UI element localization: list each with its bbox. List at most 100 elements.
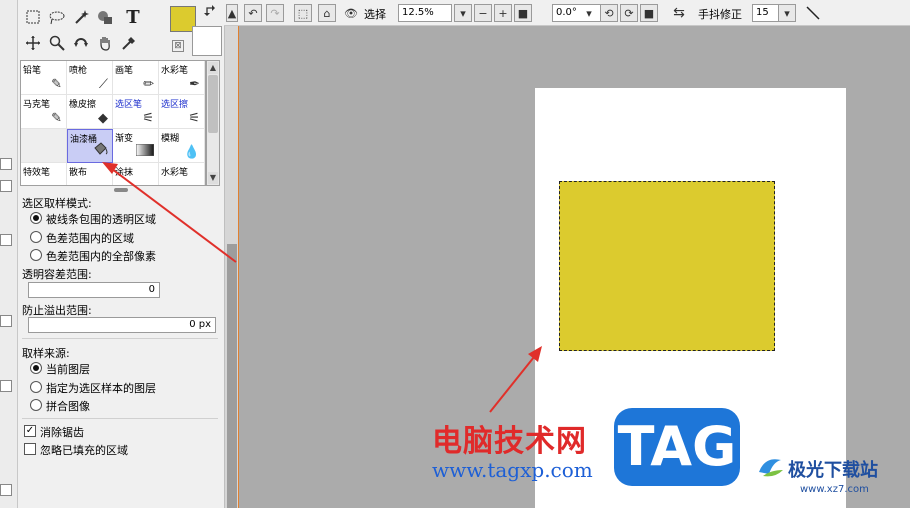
sampling-mode-radio-3[interactable]: [30, 249, 42, 261]
brush-label: 画笔: [115, 66, 134, 76]
watermark-url: www.tagxp.com: [432, 458, 593, 482]
rotate-view-icon[interactable]: [70, 32, 92, 54]
divider: [22, 418, 218, 419]
brush-marker[interactable]: 马克笔 ✎: [21, 95, 67, 129]
brush-fx-pen[interactable]: 特效笔: [21, 163, 67, 185]
dock-button[interactable]: [0, 484, 12, 496]
eye-icon[interactable]: 👁: [342, 4, 360, 22]
dock-button[interactable]: [0, 315, 12, 327]
dock-button[interactable]: [0, 158, 12, 170]
brush-brush[interactable]: 画笔 ✏: [113, 61, 159, 95]
brush-bucket[interactable]: 油漆桶: [67, 129, 113, 163]
panel-scroll-thumb[interactable]: [227, 244, 237, 508]
sampling-mode-radio-1[interactable]: [30, 212, 42, 224]
overflow-prevention-field[interactable]: 0 px: [28, 317, 216, 333]
brush-label: 马克笔: [23, 100, 51, 110]
brush-watercolor-2[interactable]: 水彩笔: [159, 163, 205, 185]
panel-splitter-handle[interactable]: [114, 188, 128, 192]
select-pen-icon: ⚟: [142, 111, 154, 126]
zoom-field[interactable]: 12.5%: [398, 4, 452, 22]
stabilizer-dropdown-icon[interactable]: ▾: [778, 4, 796, 22]
top-toolbar: ▲ ↶ ↷ ⬚ ⌂ 👁 选择 12.5% ▾ − + ■ 0.0° ▾ ⟲ ⟳ …: [224, 0, 910, 26]
antialias-checkbox[interactable]: ✓: [24, 425, 36, 437]
brush-gradient[interactable]: 渐变: [113, 129, 159, 163]
zoom-out-icon[interactable]: −: [474, 4, 492, 22]
sampling-mode-option[interactable]: 被线条包围的透明区域: [46, 211, 156, 227]
brush-empty-slot[interactable]: [21, 129, 67, 163]
brush-label: 散布: [69, 168, 88, 178]
rotate-left-icon[interactable]: ⟲: [600, 4, 618, 22]
panel-scrollbar[interactable]: [224, 0, 238, 508]
brush-label: 涂抹: [115, 168, 134, 178]
rotation-dropdown-icon[interactable]: ▾: [582, 4, 596, 22]
brush-select-pen[interactable]: 选区笔 ⚟: [113, 95, 159, 129]
marker-icon: ✎: [51, 111, 62, 126]
scroll-up-icon[interactable]: ▲: [208, 62, 218, 74]
deselect-icon[interactable]: ⬚: [294, 4, 312, 22]
brush-label: 特效笔: [23, 168, 51, 178]
sample-source-option[interactable]: 当前图层: [46, 361, 90, 377]
rotate-right-icon[interactable]: ⟳: [620, 4, 638, 22]
scroll-down-icon[interactable]: ▼: [208, 172, 218, 184]
transparency-tolerance-field[interactable]: 0: [28, 282, 160, 298]
watermark-title: 电脑技术网: [432, 424, 587, 459]
brush-watercolor[interactable]: 水彩笔 ✒: [159, 61, 205, 95]
rect-select-icon[interactable]: [22, 6, 44, 28]
brush-label: 水彩笔: [161, 168, 189, 178]
shape-select-icon[interactable]: [94, 6, 116, 28]
hand-icon[interactable]: [94, 32, 116, 54]
filled-selection-region[interactable]: [559, 181, 775, 351]
transparent-color-icon[interactable]: ⊠: [172, 40, 184, 52]
brush-scatter[interactable]: 散布: [67, 163, 113, 185]
divider: [22, 338, 218, 339]
brush-select-eraser[interactable]: 选区擦 ⚟: [159, 95, 205, 129]
magic-wand-icon[interactable]: [70, 6, 92, 28]
brush-label: 喷枪: [69, 66, 88, 76]
sampling-mode-option[interactable]: 色差范围内的区域: [46, 230, 134, 246]
move-icon[interactable]: [22, 32, 44, 54]
blur-icon: 💧: [183, 145, 200, 160]
invert-selection-icon[interactable]: ⌂: [318, 4, 336, 22]
zoom-dropdown-icon[interactable]: ▾: [454, 4, 472, 22]
sample-source-option[interactable]: 指定为选区样本的图层: [46, 380, 156, 396]
sampling-mode-radio-2[interactable]: [30, 231, 42, 243]
swap-colors-icon[interactable]: [204, 4, 218, 21]
dock-button[interactable]: [0, 234, 12, 246]
zoom-in-icon[interactable]: +: [494, 4, 512, 22]
flip-horizontal-icon[interactable]: ⇆: [670, 4, 688, 22]
brush-blur[interactable]: 模糊 💧: [159, 129, 205, 163]
collapse-arrow-icon[interactable]: ▲: [226, 4, 238, 22]
brush-airbrush[interactable]: 喷枪 ⟋: [67, 61, 113, 95]
sample-source-radio-1[interactable]: [30, 362, 42, 374]
undo-icon[interactable]: ↶: [244, 4, 262, 22]
airbrush-icon: ⟋: [98, 77, 108, 92]
scroll-thumb[interactable]: [208, 75, 218, 133]
brush-label: 橡皮擦: [69, 100, 97, 110]
dock-button[interactable]: [0, 380, 12, 392]
text-tool-icon[interactable]: T: [122, 6, 144, 28]
brush-scrollbar[interactable]: ▲ ▼: [206, 60, 220, 186]
sample-source-option[interactable]: 拼合图像: [46, 398, 90, 414]
transparency-tolerance-label: 透明容差范围:: [22, 268, 92, 281]
brush-smudge[interactable]: 涂抹: [113, 163, 159, 185]
zoom-reset-icon[interactable]: ■: [514, 4, 532, 22]
sample-source-radio-3[interactable]: [30, 399, 42, 411]
redo-icon[interactable]: ↷: [266, 4, 284, 22]
brush-grid: 铅笔 ✎ 喷枪 ⟋ 画笔 ✏ 水彩笔 ✒ 马克笔 ✎ 橡皮擦 ◆ 选区笔 ⚟ 选…: [20, 60, 206, 186]
brush-label: 模糊: [161, 134, 180, 144]
sampling-mode-option[interactable]: 色差范围内的全部像素: [46, 248, 156, 264]
brush-eraser[interactable]: 橡皮擦 ◆: [67, 95, 113, 129]
sample-source-radio-2[interactable]: [30, 381, 42, 393]
select-eraser-icon: ⚟: [188, 111, 200, 126]
site-url: www.xz7.com: [800, 484, 869, 495]
dock-button[interactable]: [0, 180, 12, 192]
zoom-icon[interactable]: [46, 32, 68, 54]
brush-pencil[interactable]: 铅笔 ✎: [21, 61, 67, 95]
rotation-reset-icon[interactable]: ■: [640, 4, 658, 22]
line-tool-icon[interactable]: [804, 4, 822, 22]
antialias-label: 消除锯齿: [40, 426, 84, 439]
ignore-filled-checkbox[interactable]: [24, 443, 36, 455]
secondary-color-swatch[interactable]: [192, 26, 222, 56]
eyedropper-icon[interactable]: [118, 32, 140, 54]
lasso-icon[interactable]: [46, 6, 68, 28]
